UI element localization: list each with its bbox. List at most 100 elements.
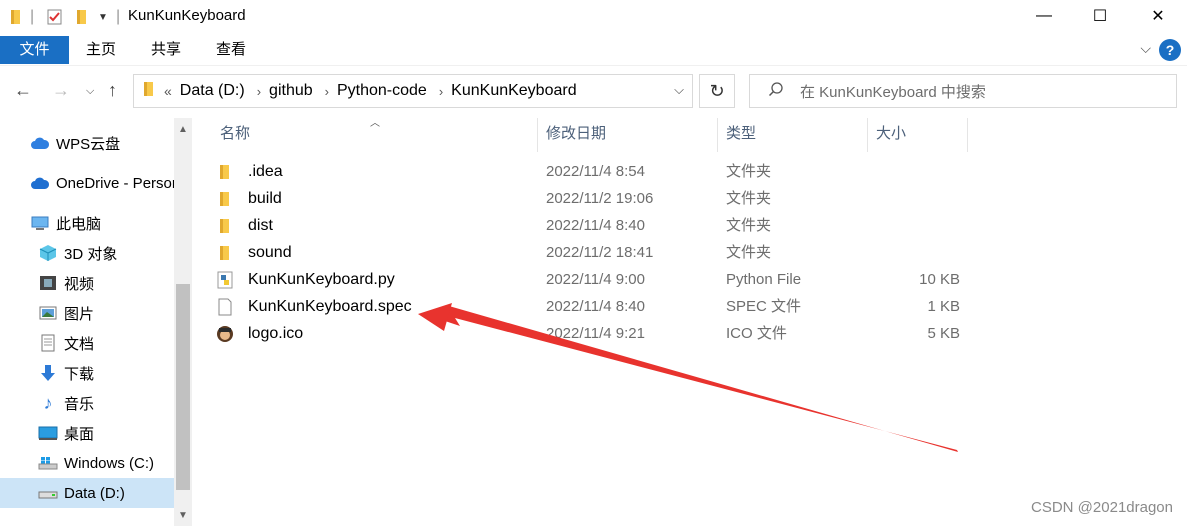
tab-share[interactable]: 共享	[135, 36, 197, 64]
search-icon	[768, 81, 784, 101]
column-header-date[interactable]: 修改日期	[538, 118, 718, 152]
search-input[interactable]: 在 KunKunKeyboard 中搜索	[800, 81, 986, 102]
onedrive-icon	[30, 174, 50, 192]
tab-view[interactable]: 查看	[200, 36, 262, 64]
picture-icon	[38, 304, 58, 322]
video-icon	[38, 274, 58, 292]
table-row[interactable]: KunKunKeyboard.spec 2022/11/4 8:40 SPEC …	[216, 293, 976, 320]
sidebar-scrollbar[interactable]: ▲ ▼	[174, 118, 192, 526]
drive-icon	[38, 484, 58, 502]
qa-customize-icon[interactable]: ▼	[98, 7, 108, 27]
breadcrumb-overflow[interactable]: «	[164, 83, 172, 99]
help-button[interactable]: ?	[1159, 39, 1181, 61]
file-date: 2022/11/4 8:54	[546, 163, 645, 180]
sidebar-item-music[interactable]: ♪ 音乐	[0, 388, 174, 418]
file-type: SPEC 文件	[726, 298, 802, 315]
file-date: 2022/11/2 19:06	[546, 190, 654, 207]
column-header-size[interactable]: 大小	[868, 118, 968, 152]
document-icon	[38, 334, 58, 352]
file-type: ICO 文件	[726, 325, 787, 342]
table-row[interactable]: KunKunKeyboard.py 2022/11/4 9:00 Python …	[216, 266, 976, 293]
file-type: 文件夹	[726, 244, 772, 261]
file-name: KunKunKeyboard.spec	[248, 297, 412, 315]
sidebar-item-3d-objects[interactable]: 3D 对象	[0, 238, 174, 268]
sidebar-item-data-d[interactable]: Data (D:)	[0, 478, 174, 508]
tab-home[interactable]: 主页	[70, 36, 132, 64]
tab-file[interactable]: 文件	[0, 36, 69, 64]
column-header-name[interactable]: 名称	[212, 118, 538, 152]
column-header-type[interactable]: 类型	[718, 118, 868, 152]
folder-icon	[216, 163, 234, 181]
ribbon: 文件 主页 共享 查看 ⌵ ?	[0, 34, 1187, 66]
file-date: 2022/11/4 8:40	[546, 217, 645, 234]
file-name: .idea	[248, 162, 283, 180]
table-row[interactable]: dist 2022/11/4 8:40 文件夹	[216, 212, 976, 239]
navigation-bar: ← → ⌵ ↑ « Data (D:) › github › Python-code…	[0, 66, 1187, 118]
sidebar-item-label: 下载	[64, 365, 95, 383]
sidebar-item-desktop[interactable]: 桌面	[0, 418, 174, 448]
chevron-down-icon[interactable]: ⌵	[1140, 40, 1151, 57]
sidebar-item-videos[interactable]: 视频	[0, 268, 174, 298]
folder-icon	[8, 7, 24, 27]
sidebar-item-label: WPS云盘	[56, 135, 121, 153]
sidebar-item-wps-cloud[interactable]: WPS云盘	[0, 128, 174, 158]
folder-icon	[216, 217, 234, 235]
scrollbar-thumb[interactable]	[176, 284, 190, 490]
cube-3d-icon	[38, 244, 58, 262]
table-row[interactable]: logo.ico 2022/11/4 9:21 ICO 文件 5 KB	[216, 320, 976, 347]
chevron-right-icon[interactable]: ›	[257, 84, 261, 99]
qa-separator: |	[30, 8, 35, 25]
scroll-down-icon[interactable]: ▼	[174, 506, 192, 524]
scroll-up-icon[interactable]: ▲	[174, 120, 192, 138]
new-folder-icon[interactable]	[74, 7, 90, 27]
close-button[interactable]: ✕	[1132, 0, 1184, 32]
file-size: 1 KB	[927, 298, 960, 315]
file-type: 文件夹	[726, 190, 772, 207]
refresh-icon: ↻	[709, 80, 725, 101]
sidebar-item-label: Windows (C:)	[64, 454, 155, 472]
chevron-right-icon[interactable]: ›	[325, 84, 329, 99]
address-bar[interactable]: « Data (D:) › github › Python-code › KunKun…	[133, 74, 693, 108]
breadcrumb-item[interactable]: Data (D:) ›	[180, 82, 261, 100]
table-row[interactable]: .idea 2022/11/4 8:54 文件夹	[216, 158, 976, 185]
up-arrow-icon[interactable]: ↑	[108, 80, 117, 101]
sidebar-item-label: 桌面	[64, 425, 95, 443]
cloud-icon	[30, 134, 50, 152]
refresh-button[interactable]: ↻	[699, 74, 735, 108]
search-box[interactable]: 在 KunKunKeyboard 中搜索	[749, 74, 1177, 108]
file-name: build	[248, 189, 282, 207]
folder-icon	[216, 190, 234, 208]
watermark: CSDN @2021dragon	[1031, 499, 1173, 516]
forward-arrow-icon[interactable]: →	[52, 80, 70, 101]
file-type: 文件夹	[726, 163, 772, 180]
column-headers: ︿ 名称 修改日期 类型 大小	[200, 118, 970, 152]
table-row[interactable]: build 2022/11/2 19:06 文件夹	[216, 185, 976, 212]
recent-locations-chevron-icon[interactable]: ⌵	[86, 85, 94, 98]
blank-file-icon	[216, 298, 234, 316]
table-row[interactable]: sound 2022/11/2 18:41 文件夹	[216, 239, 976, 266]
sidebar-item-label: 3D 对象	[64, 245, 118, 263]
minimize-button[interactable]: —	[1018, 0, 1070, 32]
sidebar-item-pictures[interactable]: 图片	[0, 298, 174, 328]
download-icon	[38, 364, 58, 382]
back-arrow-icon[interactable]: ←	[14, 80, 32, 101]
file-name: dist	[248, 216, 273, 234]
sidebar-item-windows-c[interactable]: Windows (C:)	[0, 448, 174, 478]
sidebar-item-label: Data (D:)	[64, 484, 125, 502]
sidebar-item-this-pc[interactable]: 此电脑	[0, 208, 174, 238]
sidebar-item-onedrive[interactable]: OneDrive - Personal	[0, 168, 174, 198]
chevron-right-icon[interactable]: ›	[439, 84, 443, 99]
properties-icon[interactable]	[46, 7, 64, 27]
breadcrumb-item[interactable]: KunKunKeyboard	[451, 82, 576, 100]
folder-icon	[216, 244, 234, 262]
sidebar-item-downloads[interactable]: 下载	[0, 358, 174, 388]
breadcrumb-item[interactable]: github ›	[269, 82, 329, 100]
address-dropdown-icon[interactable]: ⌵	[674, 82, 684, 98]
maximize-button[interactable]: ☐	[1074, 0, 1126, 32]
folder-icon	[142, 80, 156, 102]
file-type: 文件夹	[726, 217, 772, 234]
qa-separator: |	[116, 8, 121, 25]
sidebar-item-documents[interactable]: 文档	[0, 328, 174, 358]
sidebar-item-label: 文档	[64, 335, 95, 353]
breadcrumb-item[interactable]: Python-code ›	[337, 82, 443, 100]
